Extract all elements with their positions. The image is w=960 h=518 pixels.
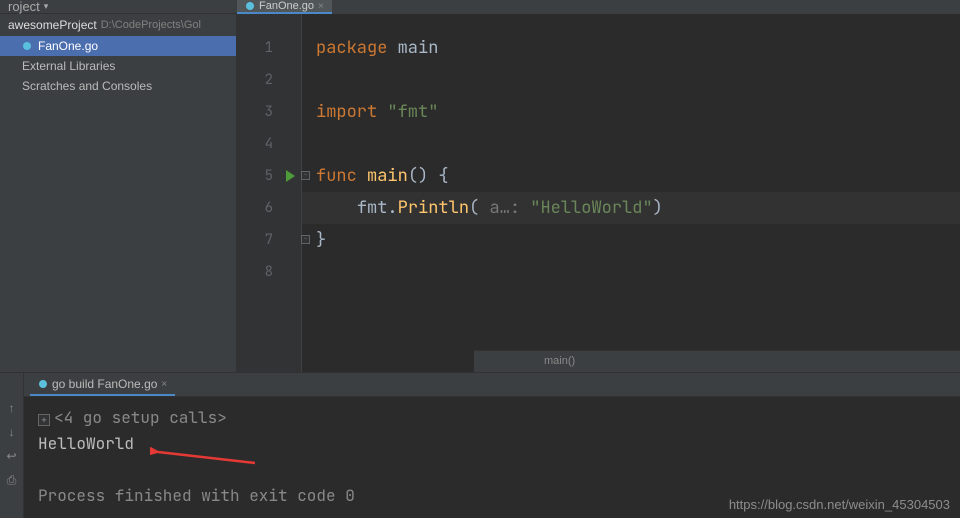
code-editor[interactable]: 1 2 3 4 5- 6 7- 8 package main import "f… [237,14,960,372]
project-selector[interactable]: roject ▾ [8,0,48,14]
run-tabs: go build FanOne.go × [24,373,960,397]
editor-gutter: 1 2 3 4 5- 6 7- 8 [237,14,302,372]
watermark-text: https://blog.csdn.net/weixin_45304503 [729,497,950,512]
go-file-icon [22,41,32,51]
run-toolbar: ↑ ↓ ↩ ⎙ [0,373,24,518]
wrap-icon[interactable]: ↩ [5,449,19,463]
chevron-down-icon: ▾ [44,1,49,12]
line-number: 3 [237,96,301,128]
editor-tab-fanone[interactable]: FanOne.go × [237,0,332,14]
code-line [316,128,960,160]
project-selector-label: roject [8,0,40,14]
go-file-icon [245,1,255,11]
up-arrow-icon[interactable]: ↑ [5,401,19,415]
code-line: } [316,224,960,256]
line-number: 7- [237,224,301,256]
project-path: D:\CodeProjects\Gol [101,19,201,31]
run-gutter-icon[interactable] [286,170,295,182]
close-icon[interactable]: × [318,1,324,12]
console-line: HelloWorld [38,431,946,457]
code-line: fmt.Println( a…: "HelloWorld") [302,192,960,224]
line-number: 6 [237,192,301,224]
editor-tab-label: FanOne.go [259,0,314,12]
tree-item-label: Scratches and Consoles [22,79,152,93]
fold-icon[interactable]: - [301,171,310,180]
code-line: package main [316,32,960,64]
code-line: import "fmt" [316,96,960,128]
run-tab-label: go build FanOne.go [52,377,157,391]
tree-item-scratches[interactable]: Scratches and Consoles [0,76,236,96]
line-number: 8 [237,256,301,288]
line-number: 4 [237,128,301,160]
tree-item-fanone[interactable]: FanOne.go [0,36,236,56]
project-name: awesomeProject [8,18,97,32]
line-number: 1 [237,32,301,64]
breadcrumb[interactable]: main() [474,350,960,372]
code-line: func main() { [316,160,960,192]
close-icon[interactable]: × [161,379,167,390]
expand-fold-icon[interactable]: + [38,414,50,426]
console-line [38,457,946,483]
console-line: +<4 go setup calls> [38,405,946,431]
tree-item-external-libs[interactable]: External Libraries [0,56,236,76]
print-icon[interactable]: ⎙ [5,473,19,487]
run-tab-gobuild[interactable]: go build FanOne.go × [30,374,175,396]
code-line [316,64,960,96]
down-arrow-icon[interactable]: ↓ [5,425,19,439]
code-area[interactable]: package main import "fmt" func main() { … [302,14,960,372]
editor-tabs: FanOne.go × [237,0,960,14]
tree-item-label: FanOne.go [38,39,98,53]
project-sidebar: awesomeProject D:\CodeProjects\Gol FanOn… [0,14,237,372]
go-file-icon [38,379,48,389]
fold-icon[interactable]: - [301,235,310,244]
code-line [316,256,960,288]
line-number: 5- [237,160,301,192]
project-root[interactable]: awesomeProject D:\CodeProjects\Gol [0,14,236,36]
line-number: 2 [237,64,301,96]
tree-item-label: External Libraries [22,59,115,73]
